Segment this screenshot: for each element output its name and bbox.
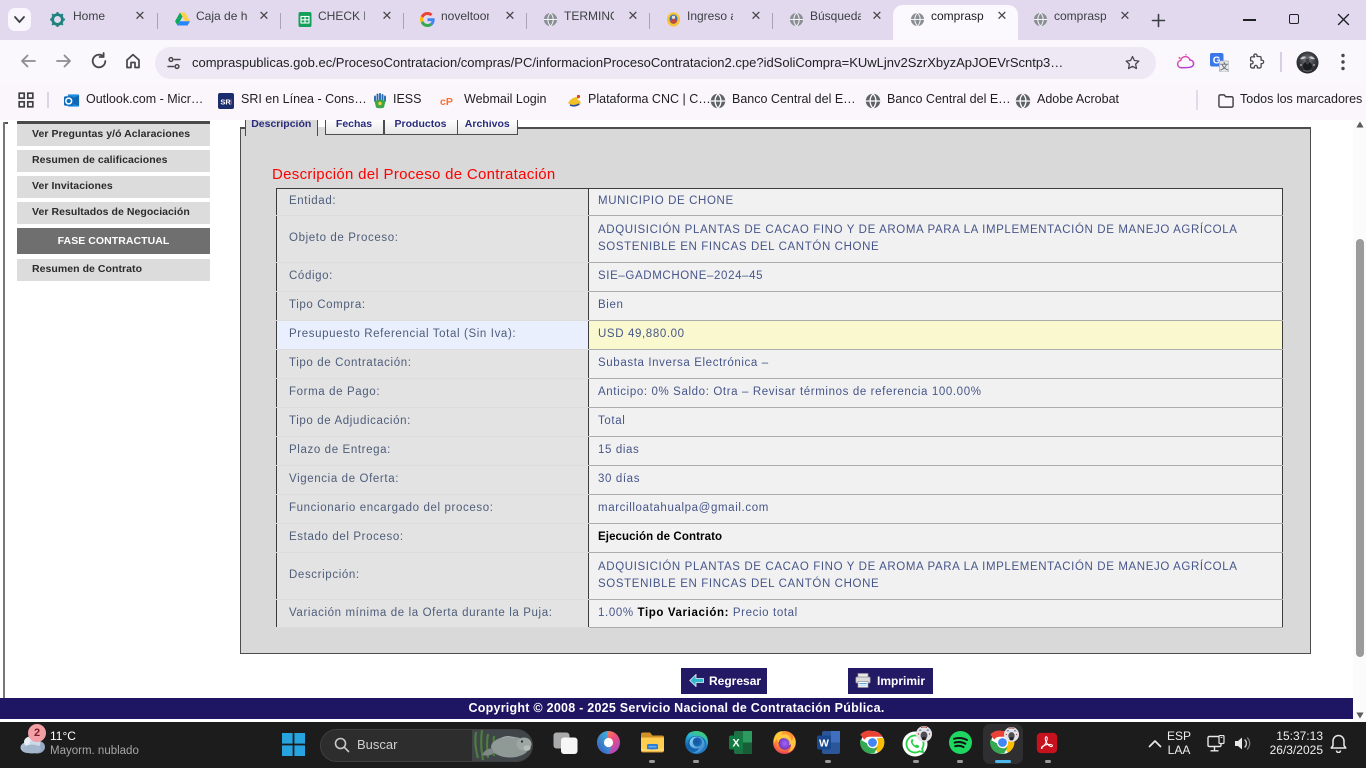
- svg-text:X: X: [732, 738, 740, 750]
- svg-text:cP: cP: [440, 96, 453, 108]
- svg-text:W: W: [819, 738, 829, 750]
- svg-text:文: 文: [1220, 61, 1229, 71]
- svg-text:i: i: [230, 98, 232, 107]
